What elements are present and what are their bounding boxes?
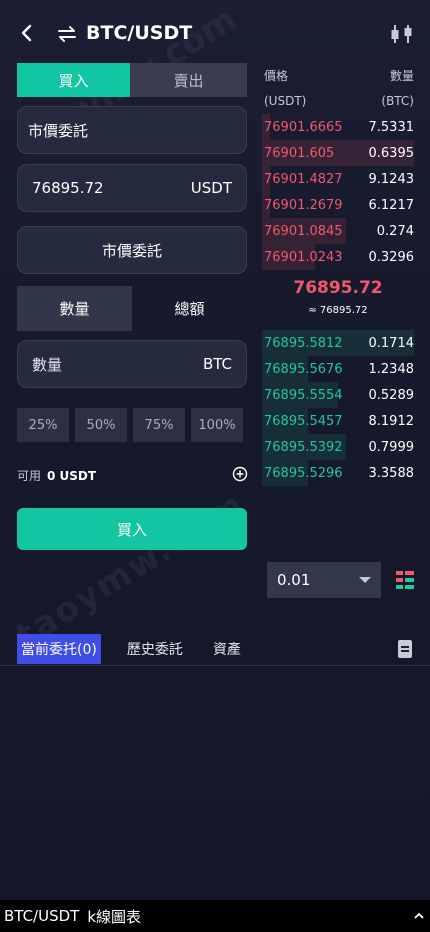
bid-qty: 3.3588 <box>368 465 415 481</box>
bid-qty: 0.7999 <box>368 439 415 455</box>
bid-qty: 1.2348 <box>368 361 415 377</box>
available-label: 可用 <box>17 469 42 483</box>
ask-row[interactable]: 76901.4827 9.1243 <box>262 166 414 192</box>
price-unit: USDT <box>190 179 232 197</box>
bid-row[interactable]: 76895.5392 0.7999 <box>262 434 414 460</box>
last-price-approx: ≈ 76895.72 <box>308 305 368 316</box>
document-icon[interactable] <box>396 640 414 658</box>
bid-row[interactable]: 76895.5676 1.2348 <box>262 356 414 382</box>
order-type-select[interactable]: 市價委託 <box>17 106 247 154</box>
tab-sell[interactable]: 賣出 <box>130 63 247 97</box>
percent-25-button[interactable]: 25% <box>17 408 69 442</box>
percent-50-button[interactable]: 50% <box>75 408 127 442</box>
percent-100-button[interactable]: 100% <box>191 408 243 442</box>
swap-pair-icon[interactable] <box>56 24 78 44</box>
bid-qty: 0.1714 <box>368 335 415 351</box>
market-order-label: 市價委託 <box>101 241 162 260</box>
bid-row[interactable]: 76895.5554 0.5289 <box>262 382 414 408</box>
pair-title[interactable]: BTC/USDT <box>86 22 192 44</box>
market-order-field[interactable]: 市價委託 <box>17 226 247 274</box>
tab-assets[interactable]: 資產 <box>209 634 245 664</box>
price-field[interactable]: 76895.72 USDT <box>17 164 247 212</box>
ask-price: 76901.0845 <box>264 223 343 239</box>
percent-75-button[interactable]: 75% <box>133 408 185 442</box>
ask-row[interactable]: 76901.605 0.6395 <box>262 140 414 166</box>
ask-row[interactable]: 76901.0845 0.274 <box>262 218 414 244</box>
tab-order-history[interactable]: 歷史委託 <box>123 634 187 664</box>
bid-row[interactable]: 76895.5812 0.1714 <box>262 330 414 356</box>
precision-select[interactable]: 0.01 <box>267 562 381 598</box>
header: BTC/USDT <box>0 0 430 62</box>
orderbook-layout-icon[interactable] <box>396 571 414 589</box>
tab-quantity[interactable]: 數量 <box>17 286 132 331</box>
percent-buttons: 25% 50% 75% 100% <box>17 408 247 442</box>
bid-row[interactable]: 76895.5457 8.1912 <box>262 408 414 434</box>
orderbook-header: 價格 數量 <box>264 67 414 84</box>
orderbook-price-unit: (USDT) <box>264 94 307 108</box>
bid-price: 76895.5457 <box>264 413 343 429</box>
orderbook-units: (USDT) (BTC) <box>264 94 414 108</box>
ask-price: 76901.0243 <box>264 249 343 265</box>
amount-mode-tabs: 數量 總額 <box>17 286 247 331</box>
ask-qty: 9.1243 <box>368 171 415 187</box>
chevron-up-icon[interactable] <box>412 909 426 923</box>
last-price: 76895.72 <box>293 278 383 298</box>
orderbook-qty-header: 數量 <box>389 69 414 83</box>
ask-row[interactable]: 76901.0243 0.3296 <box>262 244 414 270</box>
ask-qty: 6.1217 <box>368 197 415 213</box>
bid-price: 76895.5676 <box>264 361 343 377</box>
bottom-chart-bar[interactable]: BTC/USDT k線圖表 <box>0 900 430 932</box>
bottom-pair-label: BTC/USDT <box>4 907 80 925</box>
ask-price: 76901.4827 <box>264 171 343 187</box>
bid-row[interactable]: 76895.5296 3.3588 <box>262 460 414 486</box>
precision-value: 0.01 <box>277 571 311 589</box>
tab-current-orders[interactable]: 當前委托(0) <box>17 634 101 664</box>
bid-qty: 8.1912 <box>368 413 415 429</box>
ask-qty: 0.3296 <box>368 249 415 265</box>
amount-field[interactable]: 數量 BTC <box>17 340 247 388</box>
bid-price: 76895.5296 <box>264 465 343 481</box>
order-type-label: 市價委託 <box>28 121 89 140</box>
available-value: 0 USDT <box>47 469 97 483</box>
ask-qty: 7.5331 <box>368 119 415 135</box>
ask-price: 76901.6665 <box>264 119 343 135</box>
bid-price: 76895.5392 <box>264 439 343 455</box>
amount-placeholder: 數量 <box>32 355 63 374</box>
ask-price: 76901.605 <box>264 145 335 161</box>
tab-total[interactable]: 總額 <box>132 286 247 331</box>
orderbook-qty-unit: (BTC) <box>381 94 414 108</box>
ask-qty: 0.274 <box>376 223 414 239</box>
ask-qty: 0.6395 <box>368 145 415 161</box>
candlestick-chart-icon[interactable] <box>388 22 416 46</box>
back-arrow-icon[interactable] <box>16 22 38 44</box>
ask-row[interactable]: 76901.6665 7.5331 <box>262 114 414 140</box>
available-balance: 可用 0 USDT <box>17 467 96 484</box>
amount-unit: BTC <box>202 355 232 373</box>
bid-price: 76895.5554 <box>264 387 343 403</box>
ask-row[interactable]: 76901.2679 6.1217 <box>262 192 414 218</box>
buy-sell-tabs: 買入 賣出 <box>17 63 247 97</box>
bid-price: 76895.5812 <box>264 335 343 351</box>
tab-buy[interactable]: 買入 <box>17 63 130 97</box>
orderbook-price-header: 價格 <box>264 69 289 83</box>
buy-button[interactable]: 買入 <box>17 508 247 550</box>
ask-price: 76901.2679 <box>264 197 343 213</box>
orders-tabs: 當前委托(0) 歷史委託 資產 <box>17 634 267 664</box>
divider <box>0 665 430 666</box>
bottom-chart-label: k線圖表 <box>87 907 142 926</box>
bid-qty: 0.5289 <box>368 387 415 403</box>
price-value: 76895.72 <box>32 179 104 197</box>
chevron-down-icon <box>359 577 371 583</box>
transfer-plus-icon[interactable] <box>232 466 248 482</box>
